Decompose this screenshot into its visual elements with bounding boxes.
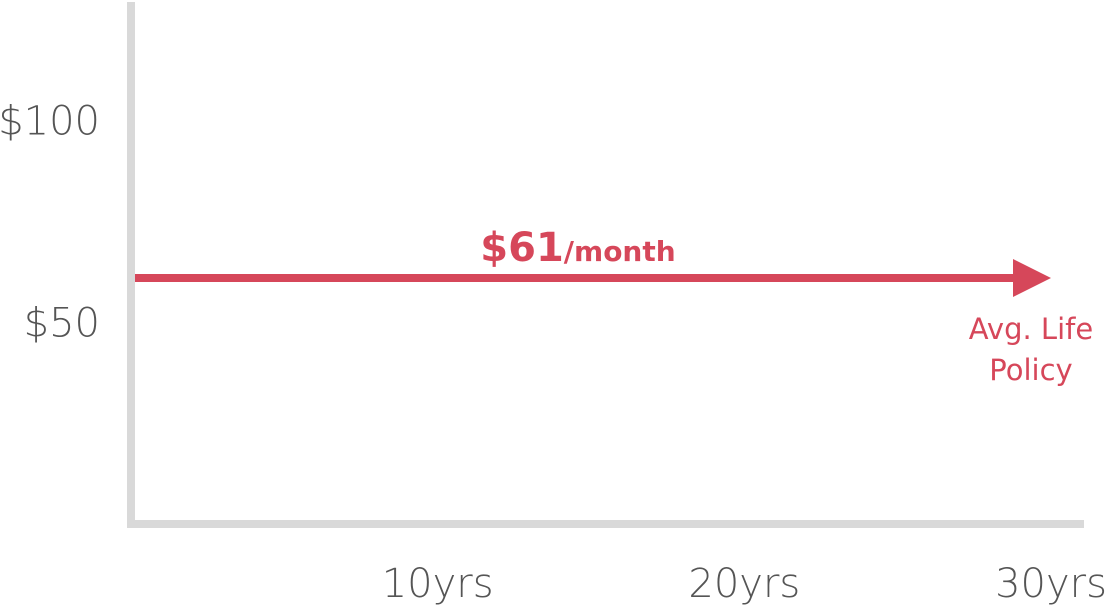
chart: $100 $50 10yrs 20yrs 30yrs $61/month Avg. Li…: [0, 2, 1107, 607]
y-tick-label: $100: [0, 99, 100, 145]
annotation-unit: /month: [564, 235, 676, 268]
value-annotation: $61/month: [480, 225, 675, 271]
series-label-line: Policy: [989, 353, 1072, 387]
x-tick-labels: 10yrs 20yrs 30yrs: [382, 561, 1107, 607]
y-tick-label: $50: [24, 300, 100, 346]
annotation-value: $61: [480, 225, 564, 271]
arrow-head: [1013, 258, 1051, 297]
x-tick-label: 10yrs: [382, 561, 494, 607]
series-label-line: Avg. Life: [969, 312, 1093, 346]
x-tick-label: 30yrs: [995, 561, 1107, 607]
series-layer: $61/month Avg. Life Policy: [135, 225, 1093, 387]
series-label: Avg. Life Policy: [969, 312, 1093, 387]
y-tick-labels: $100 $50: [0, 99, 100, 347]
x-tick-label: 20yrs: [688, 561, 800, 607]
